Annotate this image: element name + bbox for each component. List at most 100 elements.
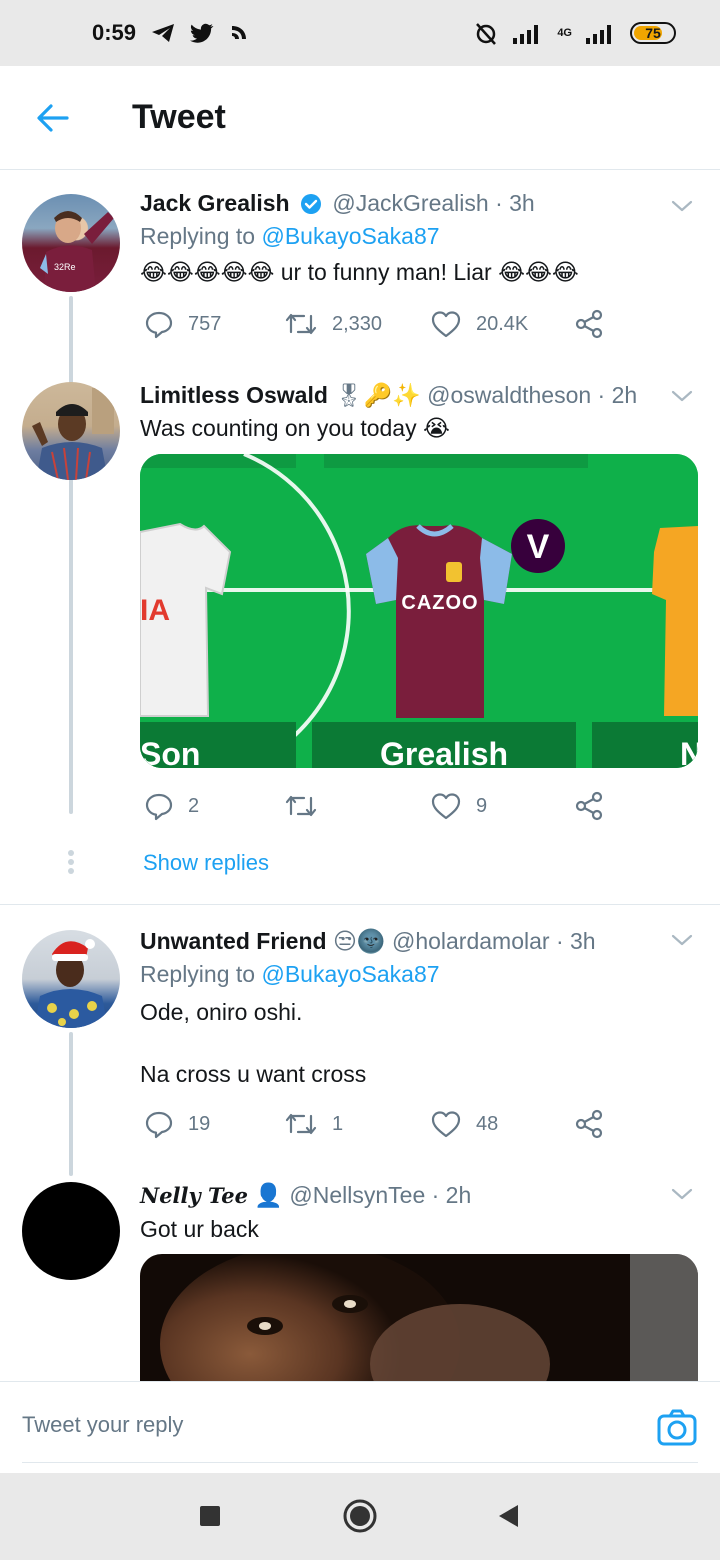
chevron-down-icon[interactable]: [670, 194, 694, 218]
share-button[interactable]: [574, 309, 604, 339]
back-button[interactable]: [22, 88, 82, 148]
shirt-sponsor: CAZOO: [401, 592, 479, 614]
back-nav-button[interactable]: [489, 1497, 527, 1535]
chevron-down-icon[interactable]: [670, 384, 694, 408]
chevron-down-icon[interactable]: [670, 1182, 694, 1206]
tweet-actions: 757 2,330 20.4K: [140, 304, 620, 344]
display-name[interactable]: Nelly Tee: [140, 1183, 248, 1208]
handle-and-time: @holardamolar · 3h: [391, 928, 596, 954]
handle-and-time: @JackGrealish · 3h: [332, 190, 535, 216]
recents-square-icon: [200, 1506, 220, 1526]
mention-link[interactable]: @BukayoSaka87: [261, 961, 439, 987]
avatar[interactable]: [22, 930, 120, 1028]
tweet-header: Unwanted Friend 😒🌚 @holardamolar · 3h: [140, 926, 698, 956]
thread-dots: [68, 850, 74, 874]
verified-badge-icon: [301, 194, 321, 214]
replying-to-prefix: Replying to: [140, 961, 262, 987]
media-app-icon: [232, 26, 247, 39]
share-button[interactable]: [574, 1109, 604, 1139]
replying-to: Replying to @BukayoSaka87: [140, 220, 698, 252]
heart-icon: [431, 311, 461, 338]
avatar[interactable]: 32Re: [22, 194, 120, 292]
like-button[interactable]: 48: [430, 1109, 498, 1139]
home-circle-icon: [343, 1499, 377, 1533]
retweet-button[interactable]: 2,330: [284, 310, 382, 338]
display-name[interactable]: Unwanted Friend: [140, 928, 327, 954]
avatar[interactable]: [22, 382, 120, 480]
share-icon: [575, 309, 603, 339]
thread-line: [69, 1032, 73, 1176]
retweet-icon: [285, 313, 317, 335]
camera-icon[interactable]: [656, 1408, 698, 1448]
tweet-header: Limitless Oswald 🎖🔑✨ @oswaldtheson · 2h: [140, 380, 698, 410]
twitter-bird-icon: [190, 23, 214, 43]
tweet-header: Nelly Tee 👤 @NellsynTee · 2h: [140, 1180, 698, 1211]
retweet-count: 2,330: [332, 312, 383, 335]
chevron-down-icon[interactable]: [670, 928, 694, 952]
tweet-actions: 19 1 48: [140, 1104, 620, 1144]
status-time: 0:59: [92, 20, 137, 45]
share-icon: [575, 791, 603, 821]
name-emoji: 👤: [254, 1182, 283, 1208]
reply-composer[interactable]: Tweet your reply: [0, 1381, 720, 1473]
player-name-1: Son: [140, 736, 201, 768]
share-button[interactable]: [574, 791, 604, 821]
like-count: 48: [476, 1112, 499, 1135]
network-type: 4G: [557, 27, 572, 39]
display-name[interactable]: Jack Grealish: [140, 190, 290, 216]
arrow-left-icon: [37, 103, 69, 132]
reply-count: 19: [188, 1112, 211, 1135]
thread-line: [69, 484, 73, 814]
replying-to: Replying to @BukayoSaka87: [140, 958, 698, 990]
retweet-button[interactable]: 1: [284, 1110, 343, 1138]
like-count: 20.4K: [476, 312, 529, 335]
heart-icon: [431, 1111, 461, 1138]
tweet-media-image[interactable]: IA V CAZOO Son Grealish N: [140, 454, 698, 768]
retweet-button[interactable]: [284, 792, 332, 820]
tweet-header: Jack Grealish @JackGrealish · 3h: [140, 188, 698, 218]
tweet-text: 😂😂😂😂😂 ur to funny man! Liar 😂😂😂: [140, 259, 579, 285]
mention-link[interactable]: @BukayoSaka87: [261, 223, 439, 249]
recents-button[interactable]: [191, 1497, 229, 1535]
conversation-divider: [0, 904, 720, 905]
tweet-body: Jack Grealish @JackGrealish · 3h Replyin…: [140, 188, 698, 288]
player-name-2: Grealish: [379, 736, 509, 768]
like-button[interactable]: 9: [430, 791, 487, 821]
alarm-off-icon: [476, 23, 497, 45]
handle-and-time: @oswaldtheson · 2h: [427, 382, 638, 408]
player-name-3: N: [680, 736, 698, 768]
retweet-icon: [285, 1113, 317, 1135]
display-name[interactable]: Limitless Oswald: [140, 382, 328, 408]
svg-text:IA: IA: [140, 594, 170, 627]
tweet-actions: 2 9: [140, 786, 620, 826]
show-replies-link[interactable]: Show replies: [143, 850, 269, 876]
home-button[interactable]: [341, 1497, 379, 1535]
avatar-photo: 32Re: [40, 211, 114, 292]
reply-icon: [145, 793, 173, 821]
replying-to-prefix: Replying to: [140, 223, 262, 249]
tweet-text: Was counting on you today 😭: [140, 415, 450, 441]
reply-count: 757: [188, 312, 222, 335]
share-icon: [575, 1109, 603, 1139]
header: Tweet: [0, 66, 720, 170]
tweet-body: Nelly Tee 👤 @NellsynTee · 2h Got ur back: [140, 1180, 698, 1245]
reply-button[interactable]: 2: [144, 791, 199, 821]
handle-and-time: @NellsynTee · 2h: [289, 1182, 472, 1208]
tweet-text-line-1: Ode, oniro oshi.: [140, 999, 303, 1025]
like-button[interactable]: 20.4K: [430, 309, 528, 339]
tweet-body: Unwanted Friend 😒🌚 @holardamolar · 3h Re…: [140, 926, 698, 1090]
avatar[interactable]: [22, 1182, 120, 1280]
reply-icon: [145, 1111, 173, 1139]
reply-button[interactable]: 757: [144, 309, 221, 339]
status-left: 0:59: [92, 20, 250, 46]
reply-underline: [22, 1462, 698, 1463]
battery-icon: 75: [630, 22, 676, 44]
retweet-count: 1: [332, 1112, 344, 1135]
avatar-photo: [34, 939, 108, 1028]
reply-input[interactable]: Tweet your reply: [22, 1412, 183, 1438]
name-emoji: 😒🌚: [332, 928, 386, 954]
reply-button[interactable]: 19: [144, 1109, 210, 1139]
tweet-media-image[interactable]: [140, 1254, 698, 1382]
telegram-icon: [152, 24, 175, 42]
photo-content: [140, 1254, 698, 1382]
